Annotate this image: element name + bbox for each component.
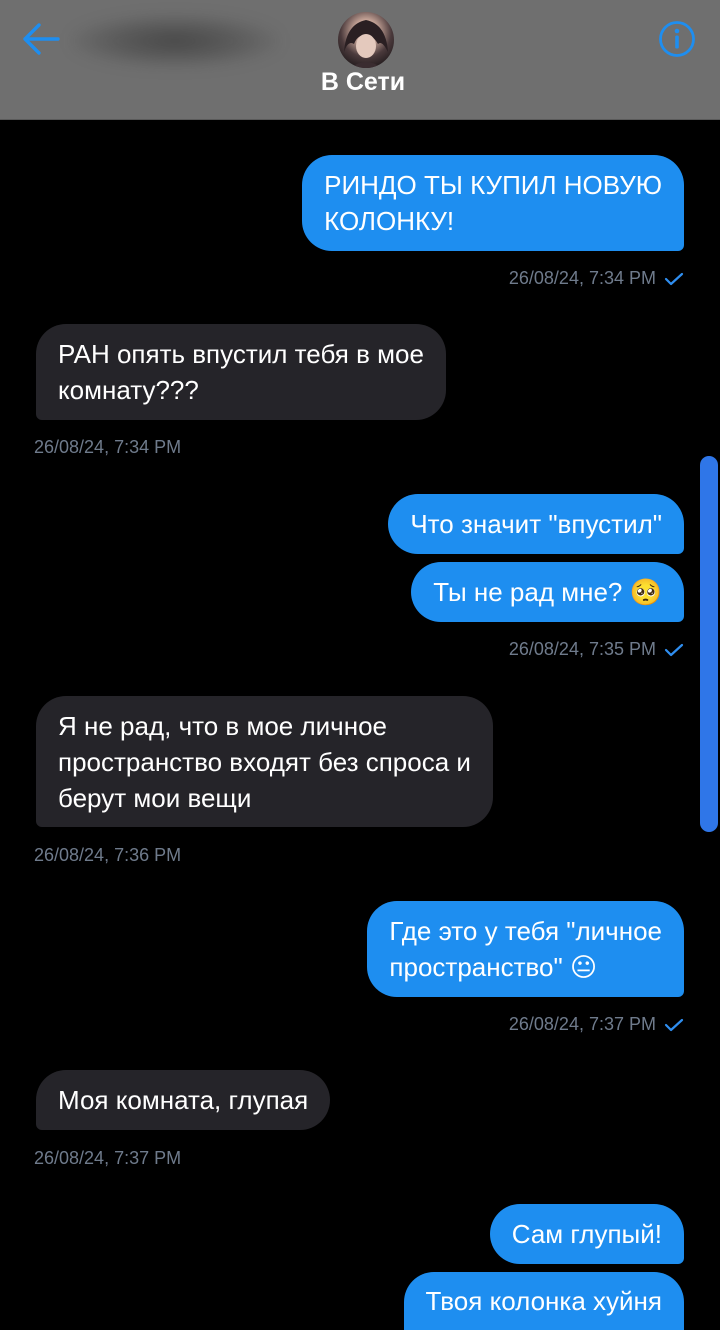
message-text-line: РАН опять впустил тебя в мое (58, 339, 424, 369)
message-timestamp: 26/08/24, 7:37 PM (34, 1148, 182, 1168)
avatar-image (344, 20, 388, 68)
chat-header: В Сети (0, 0, 720, 120)
checkmark-icon (664, 643, 684, 656)
message-bubble-incoming[interactable]: РАН опять впустил тебя в мое комнату??? (36, 324, 446, 420)
checkmark-icon (664, 1018, 684, 1031)
message-text-line: Я не рад, что в мое личное (58, 710, 387, 741)
message-bubble-outgoing[interactable]: Сам глупый! (489, 1204, 684, 1264)
message-bubble-outgoing[interactable]: РИНДО ТЫ КУПИЛ НОВУЮ КОЛОНКУ! (302, 155, 684, 251)
message-text-line: КОЛОНКУ! (324, 206, 455, 236)
message-timestamp: 26/08/24, 7:34 PM (509, 268, 684, 289)
message-text-line: Что значит "впустил" (410, 509, 662, 539)
message-text-line: Ты не рад мне? 🥺 (433, 577, 662, 607)
message-text-line: комнату??? (58, 375, 199, 405)
message-text-line: пространство" 😐 (389, 952, 598, 982)
timestamp-text: 26/08/24, 7:35 PM (508, 639, 656, 659)
info-button[interactable] (656, 18, 698, 60)
scrollbar[interactable] (700, 456, 718, 832)
blurred-contact-name (70, 14, 280, 68)
message-text-line: берут мои вещи (58, 782, 252, 813)
message-bubble-incoming[interactable]: Я не рад, что в мое личное пространство … (36, 696, 493, 827)
message-timestamp: 26/08/24, 7:37 PM (509, 1014, 684, 1035)
avatar[interactable] (338, 12, 394, 68)
info-icon (659, 21, 695, 57)
message-text-line: Моя комната, глупая (58, 1085, 309, 1115)
message-bubble-outgoing[interactable]: Что значит "впустил" (388, 494, 684, 554)
message-timestamp: 26/08/24, 7:36 PM (34, 845, 182, 865)
message-bubble-outgoing[interactable]: Твоя колонка хуйня (403, 1272, 684, 1330)
timestamp-text: 26/08/24, 7:37 PM (508, 1014, 656, 1034)
message-bubble-incoming[interactable]: Моя комната, глупая (36, 1070, 331, 1130)
timestamp-text: 26/08/24, 7:34 PM (508, 268, 656, 288)
back-button[interactable] (20, 18, 62, 60)
message-bubble-outgoing[interactable]: Ты не рад мне? 🥺 (411, 562, 684, 622)
message-timestamp: 26/08/24, 7:35 PM (509, 639, 684, 660)
message-timestamp: 26/08/24, 7:34 PM (34, 437, 182, 457)
message-text-line: Где это у тебя "личное (389, 916, 662, 946)
checkmark-icon (664, 272, 684, 285)
message-text-line: пространство входят без спроса и (58, 746, 471, 777)
arrow-left-icon (23, 23, 60, 55)
message-bubble-outgoing[interactable]: Где это у тебя "личное пространство" 😐 (367, 901, 684, 997)
message-text-line: РИНДО ТЫ КУПИЛ НОВУЮ (324, 170, 662, 200)
message-text-line: Твоя колонка хуйня (425, 1286, 662, 1316)
message-text-line: Сам глупый! (511, 1219, 662, 1249)
online-status: В Сети (320, 68, 406, 96)
